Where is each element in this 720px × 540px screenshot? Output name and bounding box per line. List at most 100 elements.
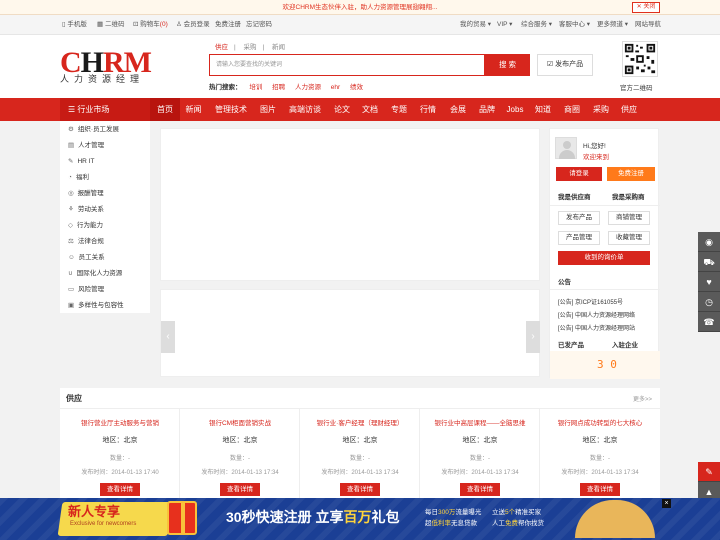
category-label: 劳动关系 (77, 206, 104, 213)
supply-item-title[interactable]: 银行营业厅主动服务与营销 (60, 417, 180, 427)
notice-item[interactable]: [公告] 京ICP证161055号 (558, 297, 623, 306)
slider-next-button[interactable]: › (526, 321, 540, 353)
view-detail-button[interactable]: 查看详情 (460, 483, 500, 496)
qrcode-link[interactable]: ▦ 二维码 (97, 15, 124, 35)
nav-item-news[interactable]: 新闻 (180, 98, 207, 121)
search-tab-supply[interactable]: 供应 (215, 44, 228, 51)
main-banner[interactable] (160, 128, 540, 281)
category-item[interactable]: ☺ 员工关系 (68, 253, 105, 263)
cart-link[interactable]: ⊡ 购物车(0) (133, 15, 168, 35)
nav-item-know[interactable]: 知道 (529, 98, 557, 121)
category-icon: ▣ (68, 302, 75, 309)
hot-search-term[interactable]: 绩效 (350, 84, 363, 91)
divider (550, 289, 660, 290)
notice-close-button[interactable]: ✕ 关闭 (632, 2, 660, 13)
promo-close-button[interactable]: × (662, 499, 671, 508)
notice-text[interactable]: 欢迎CHRM生态伙伴入驻，助人力资源管理展翅翱翔... (283, 4, 438, 11)
member-login-link[interactable]: ♙ 会员登录 (176, 15, 210, 35)
nav-item-topics[interactable]: 专题 (385, 98, 413, 121)
search-tab-news[interactable]: 新闻 (272, 44, 285, 51)
chrm-logo[interactable]: CHRM 人力资源经理 (60, 48, 152, 86)
feedback-icon[interactable]: ✎ (698, 462, 720, 482)
category-item[interactable]: ◎ 报酬管理 (68, 189, 104, 199)
view-detail-button[interactable]: 查看详情 (340, 483, 380, 496)
nav-item-brand[interactable]: 品牌 (473, 98, 501, 121)
user-center-icon[interactable]: ◉ (698, 232, 720, 252)
category-item[interactable]: ▤ 人才管理 (68, 141, 104, 151)
supply-item-title[interactable]: 银行CM柜面营销实战 (180, 417, 300, 427)
view-detail-button[interactable]: 查看详情 (220, 483, 260, 496)
category-item[interactable]: ∪ 国际化人力资源 (68, 269, 122, 279)
nav-item-jobs[interactable]: Jobs (501, 98, 529, 121)
category-item[interactable]: ◇ 行为能力 (68, 221, 103, 231)
category-item[interactable]: ▣ 多样性与包容性 (68, 301, 124, 311)
category-icon: ◎ (68, 190, 74, 197)
view-detail-button[interactable]: 查看详情 (100, 483, 140, 496)
notice-item[interactable]: [公告] 中国人力资源经理网络 (558, 310, 635, 319)
hot-search-term[interactable]: 招聘 (272, 84, 285, 91)
hot-search-term[interactable]: 培训 (249, 84, 262, 91)
promo-line: 立送5个精准买家 (492, 509, 542, 516)
category-item[interactable]: ▭ 风险管理 (68, 285, 104, 295)
supply-item-title[interactable]: 银行网点成功转型的七大核心 (540, 417, 660, 427)
nav-item-documents[interactable]: 文档 (355, 98, 385, 121)
hot-search-term[interactable]: ehr (331, 84, 340, 91)
nav-item-interviews[interactable]: 高端访谈 (281, 98, 329, 121)
promo-banner[interactable]: 新人专享 Exclusive for newcomers 30秒快速注册 立享百… (0, 498, 720, 540)
history-icon[interactable]: ◷ (698, 292, 720, 312)
hot-search-term[interactable]: 人力资源 (295, 84, 321, 91)
category-item[interactable]: ✎ HR IT (68, 157, 94, 167)
publish-product-button[interactable]: ☑ 发布产品 (537, 54, 593, 76)
service-icon[interactable]: ☎ (698, 312, 720, 332)
slider-prev-button[interactable]: ‹ (161, 321, 175, 353)
nav-item-images[interactable]: 图片 (255, 98, 281, 121)
nav-item-papers[interactable]: 论文 (329, 98, 355, 121)
publish-product-link[interactable]: 发布产品 (558, 211, 600, 225)
nav-item-circle[interactable]: 商圈 (557, 98, 587, 121)
favorites-icon[interactable]: ♥ (698, 272, 720, 292)
search-button[interactable]: 搜 索 (485, 54, 530, 76)
category-label: 组织·员工发展 (77, 126, 119, 133)
register-button[interactable]: 免费注册 (607, 167, 655, 181)
shop-manage-link[interactable]: 商铺管理 (608, 211, 650, 225)
supply-more-link[interactable]: 更多>> (633, 394, 652, 403)
category-item[interactable]: ⚖ 法律合规 (68, 237, 104, 247)
category-label: 法律合规 (77, 238, 104, 245)
product-manage-link[interactable]: 产品管理 (558, 231, 600, 245)
nav-item-home[interactable]: 首页 (150, 98, 180, 121)
free-register-link[interactable]: 免费注册 (215, 15, 241, 35)
customer-center-menu[interactable]: 客服中心 ▾ (559, 15, 590, 35)
category-label: 报酬管理 (77, 190, 104, 197)
search-tab-purchase[interactable]: 采购 (244, 44, 257, 51)
notice-item[interactable]: [公告] 中国人力资源经理网站 (558, 323, 635, 332)
forgot-password-link[interactable]: 忘记密码 (246, 15, 272, 35)
nav-item-mgmt-tech[interactable]: 管理技术 (207, 98, 255, 121)
received-inquiry-button[interactable]: 收到的询价单 (558, 251, 650, 265)
view-detail-button[interactable]: 查看详情 (580, 483, 620, 496)
category-item[interactable]: ⚙ 组织·员工发展 (68, 125, 119, 135)
welcome-link[interactable]: 欢迎来到 (583, 151, 609, 161)
vip-menu[interactable]: VIP ▾ (497, 15, 512, 35)
tab-buyer[interactable]: 我是采购商 (612, 191, 645, 201)
my-trade-menu[interactable]: 我的贸易 ▾ (460, 15, 491, 35)
search-input[interactable]: 请输入您要查找的关键词 (209, 54, 485, 76)
site-nav-link[interactable]: 网站导航 (635, 15, 661, 35)
login-button[interactable]: 请登录 (556, 167, 602, 181)
image-slider: ‹ › (160, 289, 540, 377)
more-channels-menu[interactable]: 更多频道 ▾ (597, 15, 628, 35)
cart-icon[interactable]: ⛟ (698, 252, 720, 272)
nav-item-supply[interactable]: 供应 (615, 98, 643, 121)
cart-count: 0 (161, 21, 166, 28)
industry-market-menu[interactable]: ☰ 行业市场 (60, 98, 150, 121)
category-item[interactable]: ⚘ 劳动关系 (68, 205, 104, 215)
supply-item-title[interactable]: 银行业·客户经理（理财经理） (300, 417, 420, 427)
category-item[interactable]: ◔ 福利 (68, 173, 89, 183)
supply-item-title[interactable]: 银行业中高层课程——全脑思维 (420, 417, 540, 427)
nav-item-purchase[interactable]: 采购 (587, 98, 615, 121)
services-menu[interactable]: 综合服务 ▾ (521, 15, 552, 35)
nav-item-market[interactable]: 行情 (413, 98, 443, 121)
mobile-link[interactable]: ▯ 手机版 (62, 15, 87, 35)
tab-seller[interactable]: 我是供应商 (558, 191, 591, 201)
nav-item-expo[interactable]: 会展 (443, 98, 473, 121)
favorites-manage-link[interactable]: 收藏管理 (608, 231, 650, 245)
